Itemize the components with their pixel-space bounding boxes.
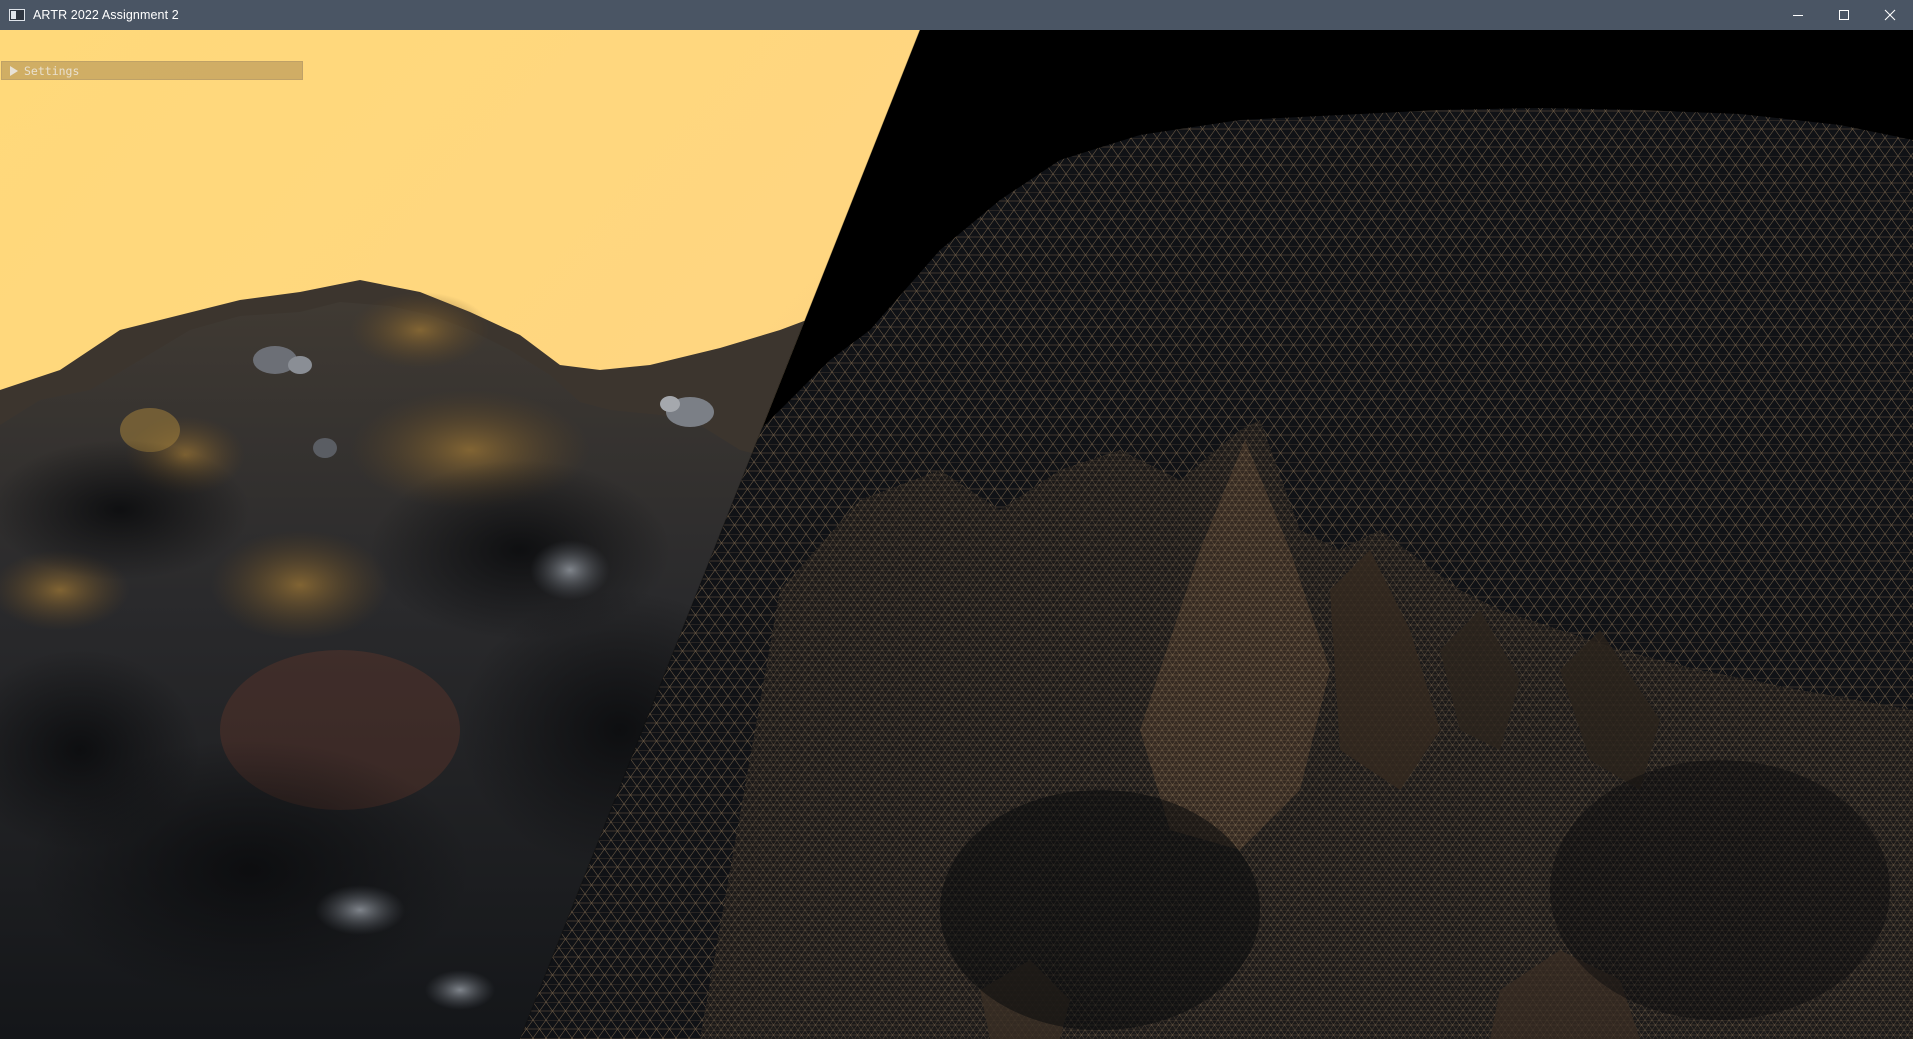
render-viewport[interactable]: Settings — [0, 30, 1913, 1039]
title-bar[interactable]: ARTR 2022 Assignment 2 — [0, 0, 1913, 30]
window-title: ARTR 2022 Assignment 2 — [33, 8, 179, 22]
terrain-scene — [0, 30, 1913, 1039]
application-window: ARTR 2022 Assignment 2 Settings — [0, 0, 1913, 1039]
triangle-right-icon[interactable] — [10, 65, 18, 76]
minimize-icon — [1793, 15, 1803, 16]
close-button[interactable] — [1867, 0, 1913, 30]
minimize-button[interactable] — [1775, 0, 1821, 30]
close-icon — [1884, 9, 1896, 21]
app-window-icon — [9, 9, 25, 21]
window-controls — [1775, 0, 1913, 30]
settings-panel[interactable]: Settings — [1, 61, 303, 80]
maximize-icon — [1839, 10, 1849, 20]
settings-panel-title[interactable]: Settings — [24, 64, 79, 78]
maximize-button[interactable] — [1821, 0, 1867, 30]
